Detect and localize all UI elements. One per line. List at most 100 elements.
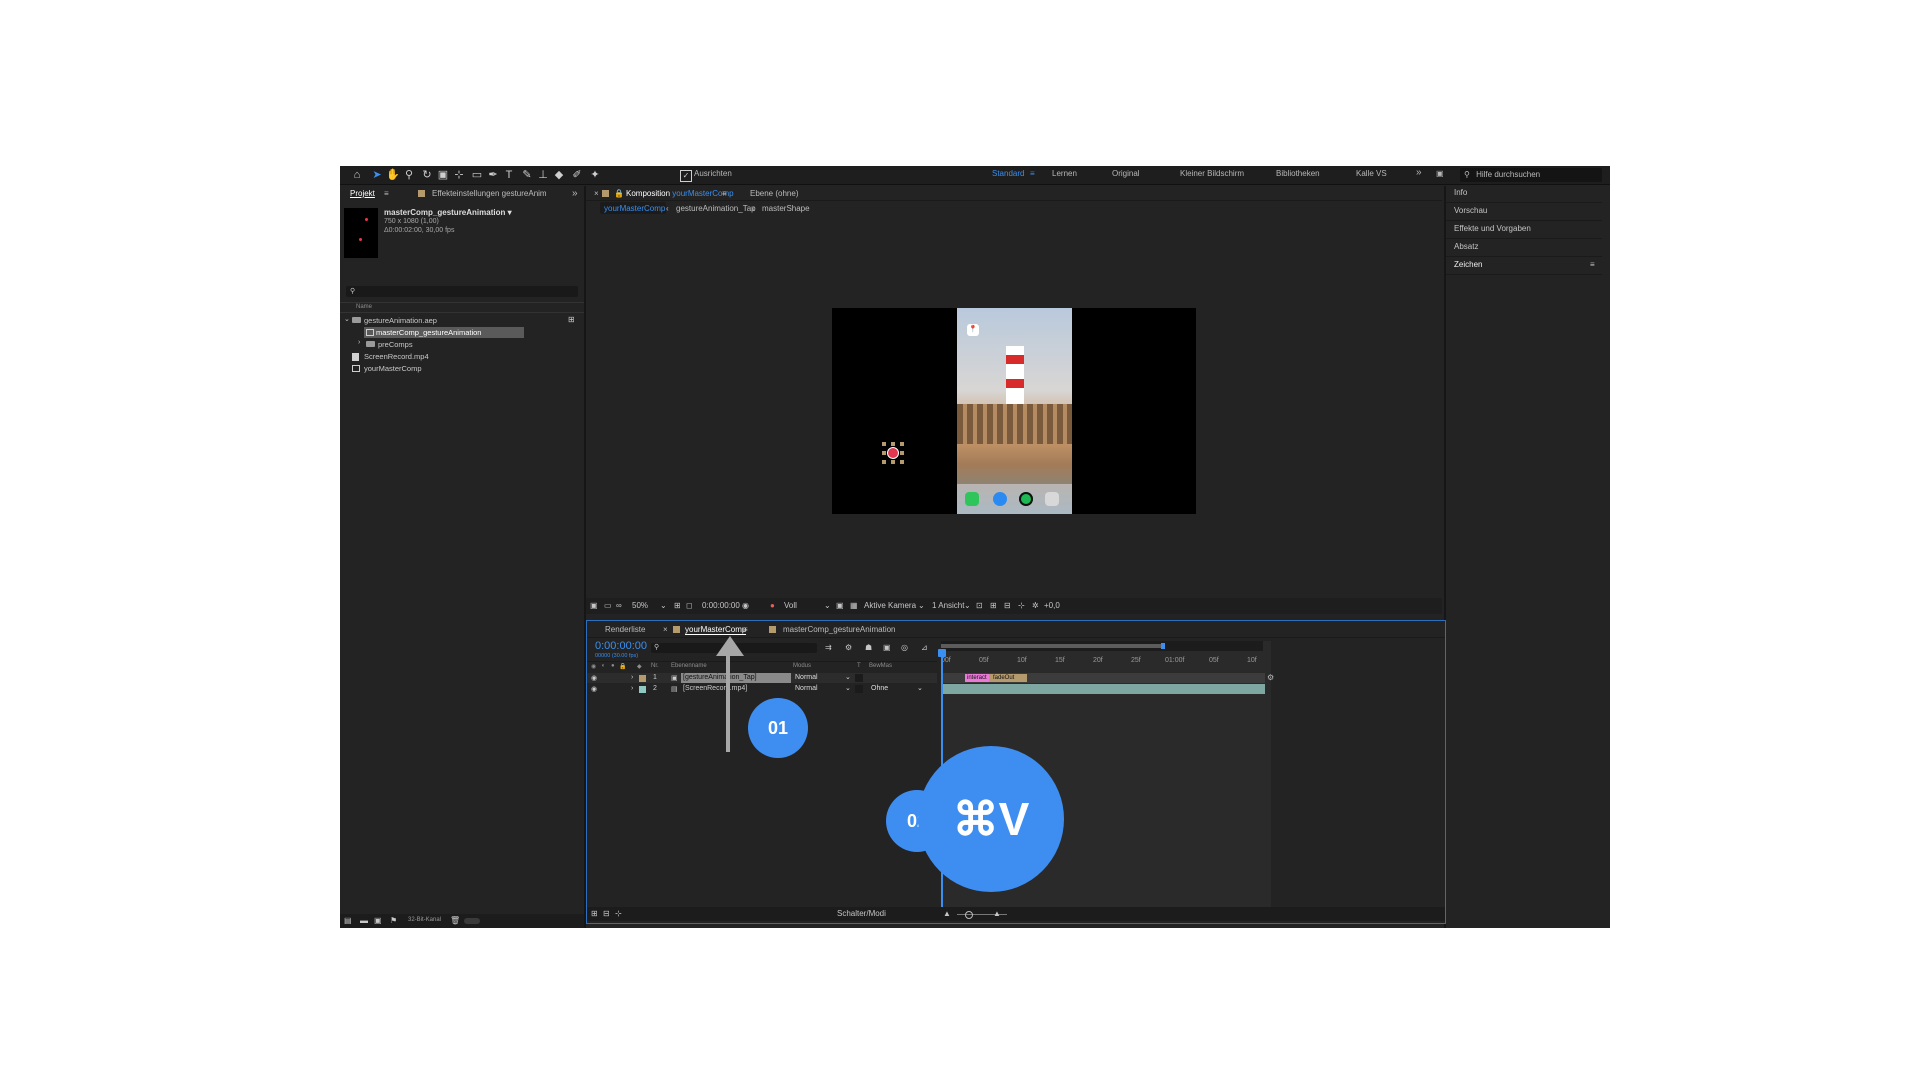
chevron-right-icon[interactable]: › (358, 339, 360, 346)
graph-editor-icon[interactable]: ⊿ (921, 643, 928, 652)
display-icon[interactable]: ▣ (1436, 169, 1444, 178)
chevron-down-icon[interactable]: ⌄ (917, 684, 923, 692)
transfer-controls-icon[interactable]: ⊟ (603, 909, 610, 918)
chevron-right-icon[interactable]: › (631, 685, 633, 692)
blend-mode-select[interactable]: Normal (795, 685, 818, 692)
project-search-input[interactable]: ⚲ (346, 286, 578, 297)
close-icon[interactable]: × (594, 189, 599, 198)
vr-icon[interactable]: ∞ (616, 601, 622, 610)
zoom-out-icon[interactable]: ▲ (943, 909, 951, 918)
column-header-name[interactable]: Name (356, 304, 372, 310)
marker-interact[interactable]: interact (965, 674, 989, 682)
brush-tool-icon[interactable]: ✎ (520, 168, 534, 182)
panel-absatz[interactable]: Absatz (1454, 242, 1478, 251)
clone-stamp-tool-icon[interactable]: ⊥ (536, 168, 550, 182)
marker-fadeout[interactable]: fadeOut (991, 674, 1016, 682)
workspace-libraries[interactable]: Bibliotheken (1276, 169, 1320, 178)
breadcrumb-item[interactable]: gestureAnimation_Tap (676, 204, 756, 213)
grid-icon[interactable]: ⊞ (674, 601, 681, 610)
transparency-grid-icon[interactable]: ▦ (850, 601, 858, 610)
list-item[interactable]: › preComps (340, 339, 580, 350)
checkbox-icon[interactable]: ✓ (680, 170, 692, 182)
close-icon[interactable]: × (663, 625, 668, 634)
panel-vorschau[interactable]: Vorschau (1454, 206, 1487, 215)
panel-info[interactable]: Info (1454, 188, 1467, 197)
zoom-slider-thumb[interactable] (965, 911, 973, 919)
home-icon[interactable]: ⌂ (350, 168, 364, 182)
panel-menu-icon[interactable]: ≡ (384, 189, 389, 198)
work-area-range[interactable] (941, 644, 1163, 648)
roi-icon[interactable]: ▣ (836, 601, 844, 610)
hand-tool-icon[interactable]: ✋ (386, 168, 400, 182)
toggle-switches-modes[interactable]: Schalter/Modi (837, 909, 886, 918)
chevron-down-icon[interactable]: ⌄ (918, 601, 925, 610)
layer-name[interactable]: [ScreenRecord.mp4] (683, 685, 747, 692)
tab-layer[interactable]: Ebene (ohne) (750, 189, 798, 198)
workspace-original[interactable]: Original (1112, 169, 1140, 178)
panel-menu-icon[interactable]: ≡ (743, 625, 748, 634)
comp-name-label[interactable]: masterComp_gestureAnimation ▾ (384, 208, 512, 217)
work-area-bar[interactable] (941, 641, 1263, 651)
mask-icon[interactable]: ◻ (686, 601, 693, 610)
overflow-chevron-icon[interactable]: » (572, 188, 578, 199)
workspace-standard[interactable]: Standard (992, 169, 1024, 178)
monitor-icon[interactable]: ▭ (604, 601, 612, 610)
work-area-end[interactable] (1161, 643, 1165, 649)
rotate-tool-icon[interactable]: ↻ (420, 168, 434, 182)
breadcrumb-active[interactable]: yourMasterComp (600, 202, 666, 214)
viewer-timecode[interactable]: 0:00:00:00 (702, 601, 740, 610)
chevron-down-icon[interactable]: ⌄ (845, 673, 851, 681)
motion-blur-icon[interactable]: ◎ (901, 643, 908, 652)
panel-menu-icon[interactable]: ≡ (1590, 260, 1595, 269)
overflow-chevron-icon[interactable]: » (1416, 167, 1422, 178)
chevron-right-icon[interactable]: › (631, 674, 633, 681)
tab-composition[interactable]: Komposition yourMasterComp (626, 189, 734, 198)
chevron-down-icon[interactable]: ⌄ (964, 601, 971, 610)
bit-depth[interactable]: 32-Bit-Kanal (408, 917, 441, 923)
zoom-in-icon[interactable]: ▲ (993, 909, 1001, 918)
pan-behind-tool-icon[interactable]: ⊹ (452, 168, 466, 182)
new-folder-icon[interactable]: ▬ (360, 916, 368, 925)
render-icon[interactable]: ⚑ (390, 916, 397, 925)
eye-icon[interactable]: ◉ (591, 685, 597, 693)
comp-mini-flowchart-icon[interactable]: ⇉ (825, 643, 832, 652)
new-comp-icon[interactable]: ▣ (374, 916, 382, 925)
interpret-footage-icon[interactable]: ▤ (344, 916, 352, 925)
resolution-select[interactable]: Voll (784, 601, 797, 610)
table-row[interactable]: ◉ › 2 ▤ [ScreenRecord.mp4] Normal ⌄ Ohne… (587, 684, 937, 694)
exposure-value[interactable]: +0,0 (1044, 601, 1060, 610)
snapshot-icon[interactable]: ◉ (742, 601, 749, 610)
breadcrumb-item[interactable]: masterShape (762, 204, 810, 213)
workspace-small-screen[interactable]: Kleiner Bildschirm (1180, 169, 1244, 178)
chevron-down-icon[interactable]: ⌄ (845, 684, 851, 692)
fast-preview-icon[interactable]: ⊞ (990, 601, 997, 610)
panel-effekte[interactable]: Effekte und Vorgaben (1454, 224, 1531, 233)
list-item[interactable]: masterComp_gestureAnimation (364, 327, 524, 338)
timeline-icon[interactable]: ⊟ (1004, 601, 1011, 610)
column-header-bewmas[interactable]: BewMas (869, 663, 892, 669)
column-header-nr[interactable]: Nr. (651, 663, 659, 669)
zoom-select[interactable]: 50% (632, 601, 648, 610)
lock-icon[interactable]: 🔒 (614, 189, 624, 198)
tab-your-master-comp[interactable]: yourMasterComp (685, 625, 747, 635)
composition-viewer[interactable]: 📍 (832, 308, 1196, 514)
panel-menu-icon[interactable]: ≡ (722, 189, 727, 198)
draft-3d-icon[interactable]: ⚙ (845, 643, 852, 652)
eye-icon[interactable]: ◉ (591, 674, 597, 682)
list-item[interactable]: yourMasterComp (340, 363, 580, 374)
network-icon[interactable]: ⊞ (568, 315, 575, 324)
layer-name-field[interactable]: [gestureAnimation_Tap] (681, 673, 791, 683)
column-header-t[interactable]: T (857, 663, 861, 669)
chevron-down-icon[interactable]: ⌄ (824, 601, 831, 610)
shy-icon[interactable]: ☗ (865, 643, 872, 652)
selection-tool-icon[interactable]: ➤ (370, 168, 384, 182)
blend-mode-select[interactable]: Normal (795, 674, 818, 681)
eraser-tool-icon[interactable]: ◆ (552, 168, 566, 182)
column-header-mode[interactable]: Modus (793, 663, 811, 669)
camera-tool-icon[interactable]: ▣ (436, 168, 450, 182)
tab-effect-controls[interactable]: Effekteinstellungen gestureAnim (432, 189, 547, 198)
reset-exposure-icon[interactable]: ✲ (1032, 601, 1039, 610)
always-preview-icon[interactable]: ▣ (590, 601, 598, 610)
list-item[interactable]: ⌄ gestureAnimation.aep ⊞ (340, 315, 580, 326)
workspace-menu-icon[interactable]: ≡ (1030, 169, 1035, 178)
